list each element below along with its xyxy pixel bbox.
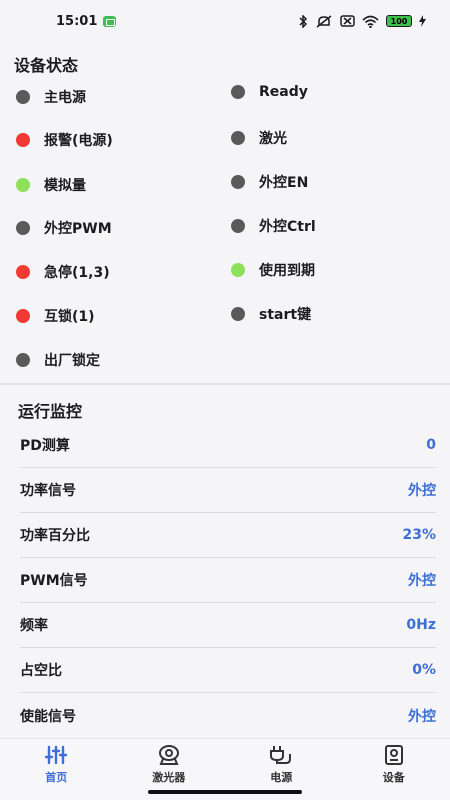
- status-indicator-dot: [231, 85, 245, 99]
- status-item-main-power: 主电源: [16, 87, 86, 107]
- status-item-label: 互锁(1): [44, 309, 95, 325]
- monitor-row-power-signal: 功率信号 外控: [20, 468, 436, 513]
- tab-label: 首页: [45, 771, 68, 784]
- status-item-label: 外控PWM: [44, 221, 112, 237]
- status-item-label: 模拟量: [44, 178, 86, 194]
- status-item-alarm-power: 报警(电源): [16, 130, 113, 150]
- device-icon: [384, 745, 403, 765]
- status-indicator-dot: [16, 178, 30, 192]
- status-item-label: 出厂锁定: [44, 353, 100, 369]
- monitor-label: PWM信号: [20, 573, 88, 589]
- status-item-label: 使用到期: [259, 263, 315, 279]
- status-indicator-dot: [16, 90, 30, 104]
- tab-device[interactable]: 设备: [349, 745, 439, 785]
- bluetooth-icon: [299, 14, 308, 28]
- monitor-value: 外控: [408, 573, 436, 589]
- laser-icon: [158, 745, 179, 765]
- status-item-label: 报警(电源): [44, 133, 113, 149]
- monitor-label: 频率: [20, 618, 48, 634]
- monitor-label: 功率百分比: [20, 528, 90, 544]
- status-indicator-dot: [16, 265, 30, 279]
- power-plug-icon: [270, 746, 292, 764]
- monitor-value: 外控: [408, 483, 436, 499]
- monitor-title: 运行监控: [18, 402, 83, 421]
- status-indicator-dot: [16, 133, 30, 147]
- tab-power-supply[interactable]: 电源: [236, 745, 326, 785]
- charging-icon: [419, 15, 426, 27]
- status-item-label: 主电源: [44, 90, 86, 106]
- monitor-label: 占空比: [20, 663, 62, 679]
- monitor-row-power-percent: 功率百分比 23%: [20, 513, 436, 558]
- section-divider: [0, 383, 450, 385]
- status-item-ready: Ready: [231, 84, 308, 100]
- status-indicator-dot: [231, 131, 245, 145]
- status-item-label: start键: [259, 307, 312, 323]
- monitor-value: 0%: [412, 662, 436, 678]
- status-item-ext-en: 外控EN: [231, 172, 308, 192]
- monitor-value: 23%: [402, 527, 436, 543]
- status-item-expiry: 使用到期: [231, 260, 315, 280]
- tab-label: 电源: [270, 771, 293, 784]
- status-item-interlock: 互锁(1): [16, 306, 95, 326]
- sliders-icon: [45, 745, 68, 765]
- status-item-ext-pwm: 外控PWM: [16, 218, 112, 238]
- tab-label: 激光器: [152, 771, 186, 784]
- status-item-label: 急停(1,3): [44, 265, 110, 281]
- status-indicator-dot: [231, 263, 245, 277]
- wifi-icon: [362, 15, 379, 28]
- status-time: 15:01: [56, 13, 98, 29]
- monitor-row-pwm-signal: PWM信号 外控: [20, 558, 436, 603]
- battery-icon: 100: [386, 15, 412, 27]
- status-item-laser: 激光: [231, 128, 287, 148]
- monitor-row-duty-cycle: 占空比 0%: [20, 648, 436, 693]
- monitor-label: PD测算: [20, 438, 70, 454]
- status-item-label: 外控EN: [259, 175, 309, 191]
- status-item-start-key: start键: [231, 304, 311, 324]
- alarm-muted-icon: [316, 14, 332, 28]
- app-notification-icon: [103, 15, 117, 27]
- tab-home[interactable]: 首页: [11, 745, 101, 785]
- status-item-factory-lock: 出厂锁定: [16, 350, 100, 370]
- monitor-value: 0Hz: [406, 617, 436, 633]
- status-item-label: 激光: [259, 131, 287, 147]
- status-item-analog: 模拟量: [16, 175, 86, 195]
- device-status-title: 设备状态: [14, 56, 79, 75]
- status-indicator-dot: [16, 221, 30, 235]
- status-item-ext-ctrl: 外控Ctrl: [231, 216, 316, 236]
- status-indicator-dot: [16, 353, 30, 367]
- status-indicator-dot: [231, 307, 245, 321]
- status-indicator-dot: [231, 219, 245, 233]
- home-indicator[interactable]: [148, 790, 302, 794]
- sim-off-icon: [340, 15, 355, 27]
- monitor-label: 功率信号: [20, 483, 76, 499]
- status-bar: 15:01 100: [0, 0, 450, 42]
- monitor-label: 使能信号: [20, 708, 76, 725]
- tab-label: 设备: [382, 771, 405, 784]
- status-indicator-dot: [231, 175, 245, 189]
- status-item-label: 外控Ctrl: [259, 219, 316, 235]
- monitor-row-pd: PD测算 0: [20, 423, 436, 468]
- monitor-value: 0: [426, 437, 436, 453]
- status-item-estop: 急停(1,3): [16, 262, 110, 282]
- status-item-label: Ready: [259, 84, 308, 100]
- monitor-row-enable-signal: 使能信号 外控: [20, 693, 436, 738]
- monitor-row-frequency: 频率 0Hz: [20, 603, 436, 648]
- monitor-value: 外控: [408, 708, 436, 725]
- status-indicator-dot: [16, 309, 30, 323]
- tab-laser[interactable]: 激光器: [124, 745, 214, 785]
